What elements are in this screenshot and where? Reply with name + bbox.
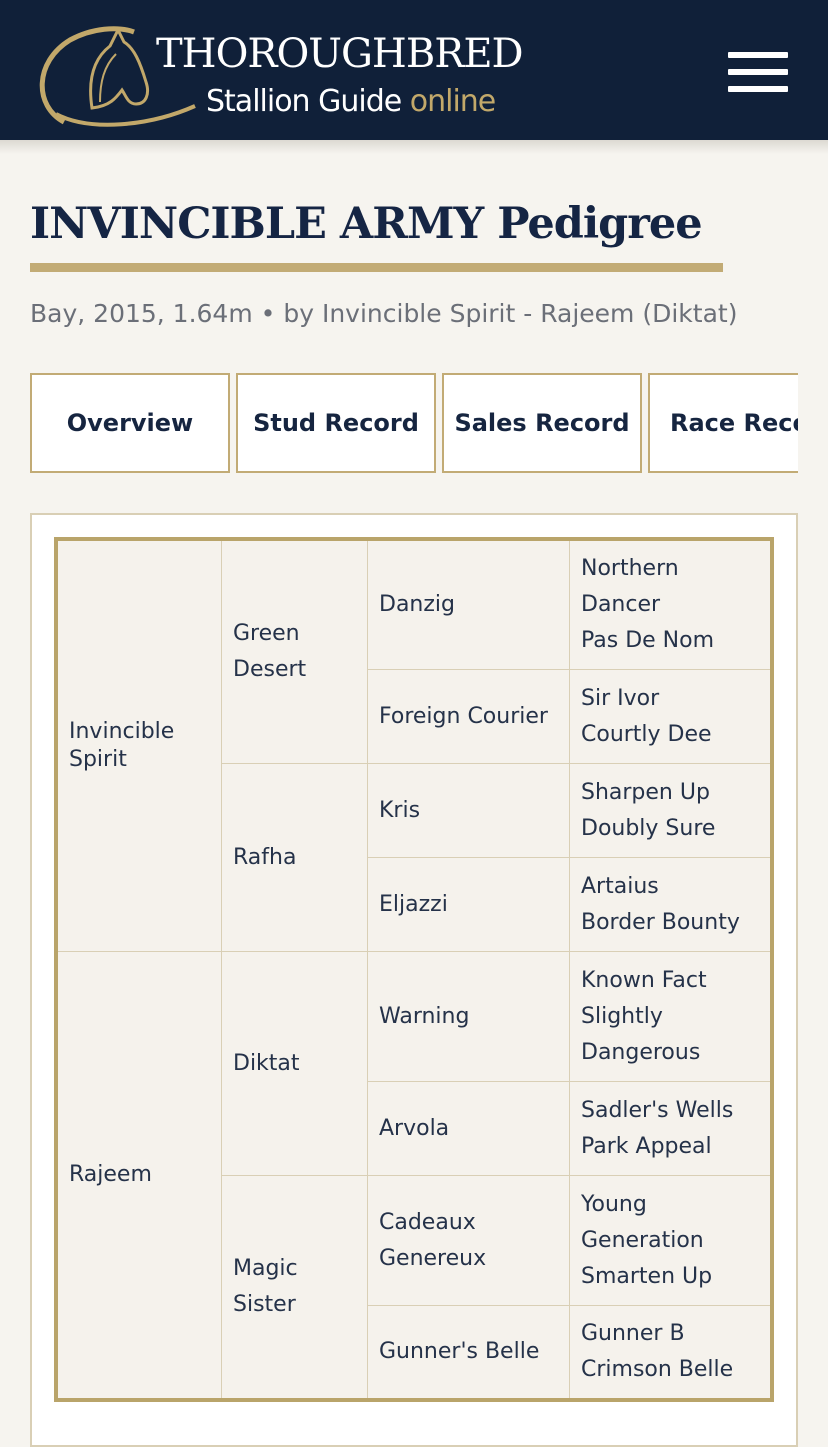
fourth-gen-cell-line: Sadler's Wells bbox=[581, 1097, 734, 1123]
fourth-gen-cell-line: Northern Dancer bbox=[581, 556, 679, 617]
fourth-gen-cell-text: Northern Dancer Pas De Nom bbox=[570, 551, 714, 659]
fourth-gen-cell-line: Young Generation bbox=[581, 1191, 704, 1253]
tab-stud-record[interactable]: Stud Record bbox=[236, 373, 436, 473]
great-grandparent-cell-text: Eljazzi bbox=[368, 887, 448, 923]
brand-title[interactable]: THOROUGHBRED bbox=[156, 30, 524, 78]
great-grandparent-cell-line: Eljazzi bbox=[379, 891, 448, 917]
fourth-gen-cell-line: Courtly Dee bbox=[581, 721, 712, 747]
brand-accent-text: online bbox=[409, 84, 497, 119]
fourth-gen-cell-text: Sharpen Up Doubly Sure bbox=[570, 775, 715, 847]
fourth-gen-cell[interactable]: Young Generation Smarten Up bbox=[570, 1176, 770, 1306]
grandparent-cell-line: Rafha bbox=[233, 844, 297, 870]
fourth-gen-cell-line: Slightly Dangerous bbox=[581, 1003, 701, 1065]
grandparent-cell[interactable]: Diktat bbox=[222, 952, 368, 1176]
fourth-gen-cell[interactable]: Artaius Border Bounty bbox=[570, 858, 770, 952]
fourth-gen-cell[interactable]: Sir Ivor Courtly Dee bbox=[570, 670, 770, 764]
great-grandparent-cell-text: Danzig bbox=[368, 587, 455, 623]
great-grandparent-cell-text: Warning bbox=[368, 999, 469, 1035]
great-grandparent-cell-text: Arvola bbox=[368, 1111, 449, 1147]
grandparent-cell-line: Green Desert bbox=[233, 621, 307, 682]
grandparent-cell-line: Diktat bbox=[233, 1050, 300, 1076]
great-grandparent-cell[interactable]: Danzig bbox=[368, 541, 570, 670]
fourth-gen-cell-line: Sir Ivor bbox=[581, 685, 660, 711]
site-header: THOROUGHBRED Stallion Guide online bbox=[0, 0, 828, 140]
great-grandparent-cell[interactable]: Kris bbox=[368, 764, 570, 858]
fourth-gen-cell-line: Border Bounty bbox=[581, 909, 740, 935]
fourth-gen-cell-text: Sadler's Wells Park Appeal bbox=[570, 1093, 733, 1165]
fourth-gen-cell[interactable]: Sadler's Wells Park Appeal bbox=[570, 1082, 770, 1176]
fourth-gen-cell-text: Gunner B Crimson Belle bbox=[570, 1316, 733, 1388]
fourth-gen-cell-line: Gunner B bbox=[581, 1321, 685, 1346]
fourth-gen-cell[interactable]: Sharpen Up Doubly Sure bbox=[570, 764, 770, 858]
header-shadow bbox=[0, 140, 828, 154]
fourth-gen-cell-text: Known Fact Slightly Dangerous bbox=[570, 963, 707, 1071]
sire-cell-text: Invincible Spirit bbox=[58, 718, 174, 774]
great-grandparent-cell-text: Cadeaux Genereux bbox=[368, 1205, 486, 1277]
page-title: INVINCIBLE ARMY Pedigree bbox=[30, 199, 703, 249]
sire-cell-line: Invincible Spirit bbox=[69, 719, 175, 772]
dam-cell-text: Rajeem bbox=[58, 1161, 152, 1189]
great-grandparent-cell-text: Gunner's Belle bbox=[368, 1334, 539, 1370]
great-grandparent-cell-line: Kris bbox=[379, 797, 421, 823]
fourth-gen-cell-line: Park Appeal bbox=[581, 1133, 712, 1159]
fourth-gen-cell-line: Artaius bbox=[581, 873, 659, 899]
grandparent-cell-text: Magic Sister bbox=[222, 1251, 298, 1323]
great-grandparent-cell[interactable]: Cadeaux Genereux bbox=[368, 1176, 570, 1306]
grandparent-cell-text: Rafha bbox=[222, 840, 296, 876]
great-grandparent-cell-line: Gunner's Belle bbox=[379, 1339, 540, 1364]
grandparent-cell[interactable]: Magic Sister bbox=[222, 1176, 368, 1398]
fourth-gen-cell[interactable]: Gunner B Crimson Belle bbox=[570, 1306, 770, 1398]
fourth-gen-cell-line: Doubly Sure bbox=[581, 815, 716, 841]
great-grandparent-cell[interactable]: Eljazzi bbox=[368, 858, 570, 952]
dam-cell-line: Rajeem bbox=[69, 1162, 152, 1187]
great-grandparent-cell-text: Foreign Courier bbox=[368, 699, 548, 735]
tab-overview[interactable]: Overview bbox=[30, 373, 230, 473]
dam-cell[interactable]: Rajeem bbox=[58, 952, 222, 1398]
great-grandparent-cell[interactable]: Arvola bbox=[368, 1082, 570, 1176]
great-grandparent-cell-line: Danzig bbox=[379, 592, 455, 617]
pedigree-table: Invincible Spirit Rajeem Green Desert Rafha… bbox=[54, 537, 774, 1402]
grandparent-cell-line: Magic Sister bbox=[233, 1256, 298, 1317]
fourth-gen-cell-text: Artaius Border Bounty bbox=[570, 869, 740, 941]
fourth-gen-cell-line: Pas De Nom bbox=[581, 628, 715, 653]
great-grandparent-cell-line: Foreign Courier bbox=[379, 703, 548, 729]
brand-sub-text: Stallion Guide bbox=[206, 84, 402, 119]
fourth-gen-cell-line: Smarten Up bbox=[581, 1263, 713, 1289]
tab-bar: Overview Stud Record Sales Record Race R… bbox=[30, 373, 798, 473]
tab-sales-record[interactable]: Sales Record bbox=[442, 373, 642, 473]
title-underline bbox=[30, 263, 723, 272]
grandparent-cell[interactable]: Green Desert bbox=[222, 541, 368, 764]
grandparent-cell[interactable]: Rafha bbox=[222, 764, 368, 952]
fourth-gen-cell-line: Crimson Belle bbox=[581, 1357, 734, 1382]
grandparent-cell-text: Diktat bbox=[222, 1046, 300, 1082]
great-grandparent-cell-line: Warning bbox=[379, 1003, 470, 1029]
great-grandparent-cell[interactable]: Warning bbox=[368, 952, 570, 1082]
great-grandparent-cell[interactable]: Gunner's Belle bbox=[368, 1306, 570, 1398]
fourth-gen-cell[interactable]: Known Fact Slightly Dangerous bbox=[570, 952, 770, 1082]
fourth-gen-cell-line: Known Fact bbox=[581, 967, 707, 993]
great-grandparent-cell-line: Cadeaux Genereux bbox=[379, 1209, 487, 1271]
great-grandparent-cell-line: Arvola bbox=[379, 1115, 450, 1141]
fourth-gen-cell-line: Sharpen Up bbox=[581, 779, 710, 805]
fourth-gen-cell-text: Young Generation Smarten Up bbox=[570, 1187, 712, 1295]
brand-subtitle[interactable]: Stallion Guide online bbox=[206, 82, 497, 122]
great-grandparent-cell-text: Kris bbox=[368, 793, 420, 829]
fourth-gen-cell[interactable]: Northern Dancer Pas De Nom bbox=[570, 541, 770, 670]
great-grandparent-cell[interactable]: Foreign Courier bbox=[368, 670, 570, 764]
sire-cell[interactable]: Invincible Spirit bbox=[58, 541, 222, 952]
fourth-gen-cell-text: Sir Ivor Courtly Dee bbox=[570, 681, 712, 753]
tab-race-record[interactable]: Race Reco bbox=[648, 373, 798, 473]
hamburger-menu-icon[interactable] bbox=[728, 52, 788, 92]
grandparent-cell-text: Green Desert bbox=[222, 616, 306, 688]
page-subtitle: Bay, 2015, 1.64m • by Invincible Spirit … bbox=[30, 299, 738, 328]
